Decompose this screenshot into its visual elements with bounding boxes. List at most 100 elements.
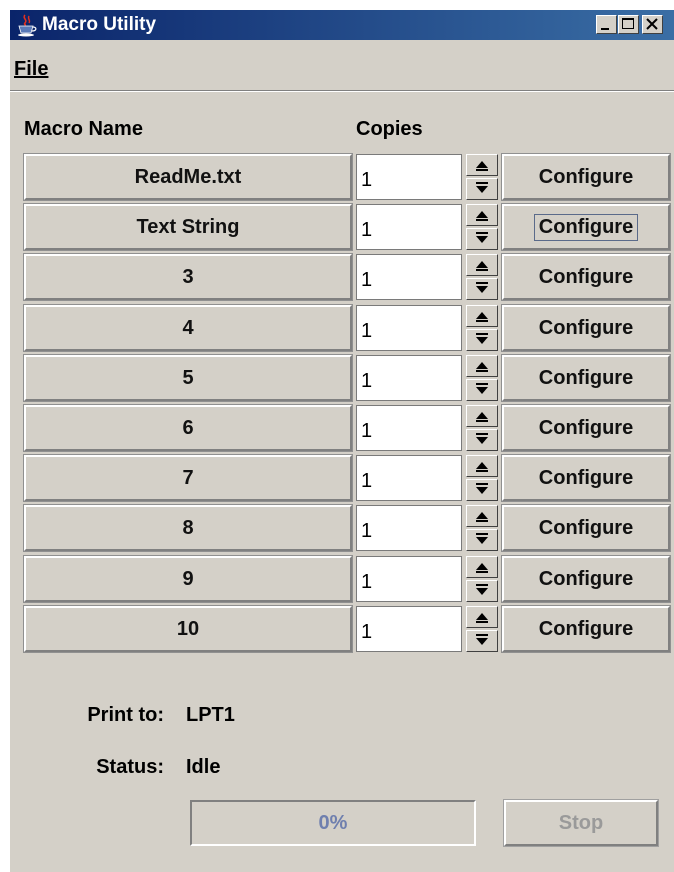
macro-row: 9 1 Configure <box>10 555 674 604</box>
spin-up-button[interactable] <box>466 455 498 477</box>
macro-button[interactable]: 6 <box>23 404 353 452</box>
copies-field[interactable]: 1 <box>356 154 462 200</box>
configure-label: Configure <box>538 366 634 389</box>
configure-label: Configure <box>538 466 634 489</box>
arrow-down-icon <box>476 584 488 595</box>
macro-button[interactable]: 7 <box>23 454 353 502</box>
spin-up-button[interactable] <box>466 305 498 327</box>
arrow-up-icon <box>476 362 488 372</box>
spin-up-button[interactable] <box>466 505 498 527</box>
window-title: Macro Utility <box>42 14 157 35</box>
copies-field[interactable]: 1 <box>356 305 462 351</box>
minimize-button[interactable] <box>596 15 617 34</box>
macro-button[interactable]: ReadMe.txt <box>23 153 353 201</box>
status-label: Status: <box>96 756 164 778</box>
close-button[interactable] <box>642 15 663 34</box>
spin-down-button[interactable] <box>466 479 498 501</box>
copies-field[interactable]: 1 <box>356 606 462 652</box>
status-value: Idle <box>186 756 221 778</box>
spin-down-button[interactable] <box>466 178 498 200</box>
macro-button[interactable]: 4 <box>23 304 353 352</box>
configure-button[interactable]: Configure <box>501 404 671 452</box>
arrow-up-icon <box>476 161 488 171</box>
arrow-down-icon <box>476 333 488 344</box>
configure-button[interactable]: Configure <box>501 253 671 301</box>
macro-button[interactable]: Text String <box>23 203 353 251</box>
copies-field[interactable]: 1 <box>356 405 462 451</box>
arrow-up-icon <box>476 312 488 322</box>
spin-down-button[interactable] <box>466 228 498 250</box>
macro-button[interactable]: 10 <box>23 605 353 653</box>
menu-file[interactable]: File <box>14 58 48 81</box>
configure-button[interactable]: Configure <box>501 203 671 251</box>
spin-up-button[interactable] <box>466 405 498 427</box>
arrow-up-icon <box>476 462 488 472</box>
copies-field[interactable]: 1 <box>356 254 462 300</box>
copies-field[interactable]: 1 <box>356 556 462 602</box>
spin-down-button[interactable] <box>466 529 498 551</box>
configure-label: Configure <box>538 567 634 590</box>
macro-row: 3 1 Configure <box>10 253 674 302</box>
configure-button[interactable]: Configure <box>501 555 671 603</box>
arrow-down-icon <box>476 232 488 243</box>
java-cup-icon <box>18 14 37 37</box>
arrow-up-icon <box>476 211 488 221</box>
macro-button-label: 8 <box>182 516 194 539</box>
spin-down-button[interactable] <box>466 329 498 351</box>
configure-button[interactable]: Configure <box>501 304 671 352</box>
spin-up-button[interactable] <box>466 154 498 176</box>
maximize-button[interactable] <box>618 15 639 34</box>
configure-button[interactable]: Configure <box>501 354 671 402</box>
configure-button[interactable]: Configure <box>501 605 671 653</box>
configure-label: Configure <box>538 316 634 339</box>
copies-field[interactable]: 1 <box>356 455 462 501</box>
minimize-icon <box>601 28 609 30</box>
spin-down-button[interactable] <box>466 278 498 300</box>
stop-button[interactable]: Stop <box>503 799 659 847</box>
configure-button[interactable]: Configure <box>501 153 671 201</box>
print-to-label: Print to: <box>87 704 164 726</box>
spin-down-button[interactable] <box>466 580 498 602</box>
title-bar[interactable]: Macro Utility <box>10 10 674 40</box>
copies-spinner <box>466 606 498 652</box>
spin-up-button[interactable] <box>466 254 498 276</box>
arrow-up-icon <box>476 613 488 623</box>
copies-spinner <box>466 405 498 451</box>
copies-field[interactable]: 1 <box>356 505 462 551</box>
spin-up-button[interactable] <box>466 556 498 578</box>
spin-up-button[interactable] <box>466 204 498 226</box>
maximize-icon <box>622 18 634 29</box>
macro-button[interactable]: 8 <box>23 504 353 552</box>
progress-text: 0% <box>318 811 348 834</box>
macro-row: ReadMe.txt 1 Configure <box>10 153 674 202</box>
arrow-up-icon <box>476 412 488 422</box>
spin-up-button[interactable] <box>466 606 498 628</box>
macro-button-label: 7 <box>182 466 194 489</box>
macro-row: 4 1 Configure <box>10 304 674 353</box>
macro-button-label: 3 <box>182 265 194 288</box>
arrow-down-icon <box>476 634 488 645</box>
macro-button[interactable]: 3 <box>23 253 353 301</box>
copies-field[interactable]: 1 <box>356 204 462 250</box>
arrow-up-icon <box>476 512 488 522</box>
arrow-up-icon <box>476 261 488 271</box>
spin-up-button[interactable] <box>466 355 498 377</box>
spin-down-button[interactable] <box>466 630 498 652</box>
macro-button-label: ReadMe.txt <box>134 165 242 188</box>
arrow-down-icon <box>476 282 488 293</box>
arrow-down-icon <box>476 383 488 394</box>
copies-spinner <box>466 556 498 602</box>
copies-field[interactable]: 1 <box>356 355 462 401</box>
configure-label: Configure <box>538 265 634 288</box>
configure-button[interactable]: Configure <box>501 504 671 552</box>
macro-button[interactable]: 9 <box>23 555 353 603</box>
spin-down-button[interactable] <box>466 379 498 401</box>
configure-button[interactable]: Configure <box>501 454 671 502</box>
macro-button-label: 5 <box>182 366 194 389</box>
macro-button-label: 6 <box>182 416 194 439</box>
macro-button[interactable]: 5 <box>23 354 353 402</box>
copies-spinner <box>466 505 498 551</box>
copies-spinner <box>466 355 498 401</box>
spin-down-button[interactable] <box>466 429 498 451</box>
copies-spinner <box>466 254 498 300</box>
